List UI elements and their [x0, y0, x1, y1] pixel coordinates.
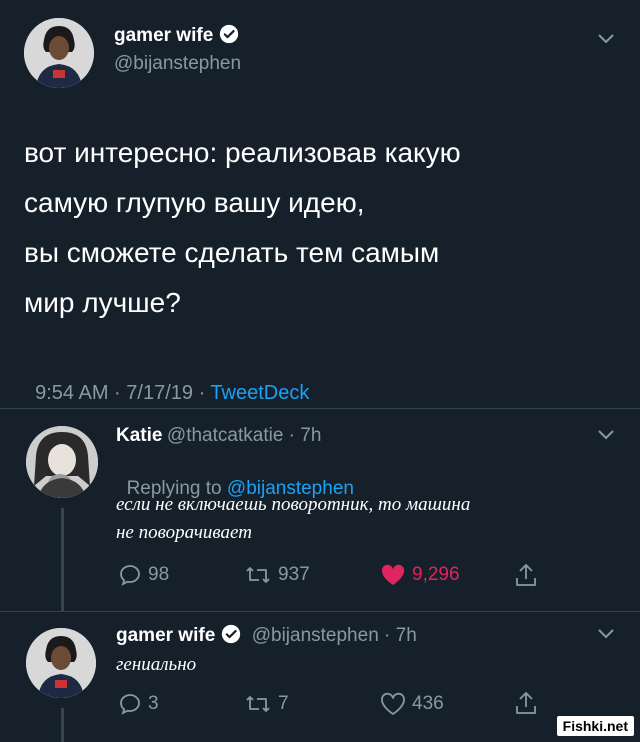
verified-badge-icon [222, 624, 241, 644]
tweet-line: вы сможете сделать тем самым [24, 237, 440, 268]
tweet-line: мир лучше? [24, 287, 181, 318]
share-icon [516, 692, 536, 714]
reply-button[interactable]: 3 [118, 692, 159, 716]
thread-line [61, 708, 64, 742]
like-button[interactable]: 9,296 [380, 563, 460, 587]
retweet-button[interactable]: 7 [244, 692, 289, 716]
reply-icon [120, 694, 140, 715]
retweet-count: 7 [278, 693, 289, 714]
person-avatar-icon [24, 18, 94, 88]
retweet-button[interactable]: 937 [244, 563, 310, 587]
like-count: 436 [412, 693, 444, 714]
avatar[interactable] [26, 426, 98, 498]
user-handle[interactable]: @bijanstephen [114, 53, 241, 75]
person-avatar-icon [26, 426, 98, 498]
reply-count: 98 [148, 564, 170, 585]
user-handle-time[interactable]: @thatcatkatie · 7h [167, 425, 321, 446]
avatar[interactable] [26, 628, 96, 698]
thread-line [61, 508, 64, 612]
share-button[interactable] [514, 562, 538, 588]
like-count: 9,296 [412, 564, 460, 585]
retweet-count: 937 [278, 564, 310, 585]
heart-icon [381, 692, 405, 716]
retweet-icon [246, 567, 270, 583]
reply-line: не поворачивает [116, 522, 252, 543]
display-name[interactable]: gamer wife [114, 25, 213, 46]
heart-filled-icon [381, 564, 405, 585]
divider [0, 408, 640, 409]
tweet-line: самую глупую вашу идею, [24, 187, 365, 218]
retweet-icon [246, 696, 270, 712]
chevron-down-icon[interactable] [596, 32, 616, 46]
divider [0, 611, 640, 612]
chevron-down-icon[interactable] [596, 627, 616, 641]
tweet-timestamp[interactable]: 9:54 AM · 7/17/19 · [35, 382, 210, 404]
display-name[interactable]: gamer wife [116, 625, 215, 646]
reply-icon [120, 565, 140, 586]
reply-text: гениально [116, 654, 197, 675]
person-avatar-icon [26, 628, 96, 698]
tweet-line: вот интересно: реализовав какую [24, 137, 461, 168]
reply-button[interactable]: 98 [118, 563, 169, 587]
avatar[interactable] [24, 18, 94, 88]
reply-text: если не включаешь поворотник, то машина … [116, 491, 616, 547]
share-button[interactable] [514, 690, 538, 716]
like-button[interactable]: 436 [380, 692, 444, 716]
reply-count: 3 [148, 693, 159, 714]
verified-badge-icon [220, 24, 239, 44]
chevron-down-icon[interactable] [596, 428, 616, 442]
share-icon [516, 564, 536, 586]
display-name[interactable]: Katie [116, 425, 162, 446]
tweet-source-link[interactable]: TweetDeck [210, 382, 309, 404]
watermark-logo: Fishki.net [556, 716, 634, 736]
user-handle-time[interactable]: @bijanstephen · 7h [252, 625, 417, 646]
reply-line: если не включаешь поворотник, то машина [116, 494, 471, 515]
tweet-text: вот интересно: реализовав какую самую гл… [24, 128, 624, 328]
